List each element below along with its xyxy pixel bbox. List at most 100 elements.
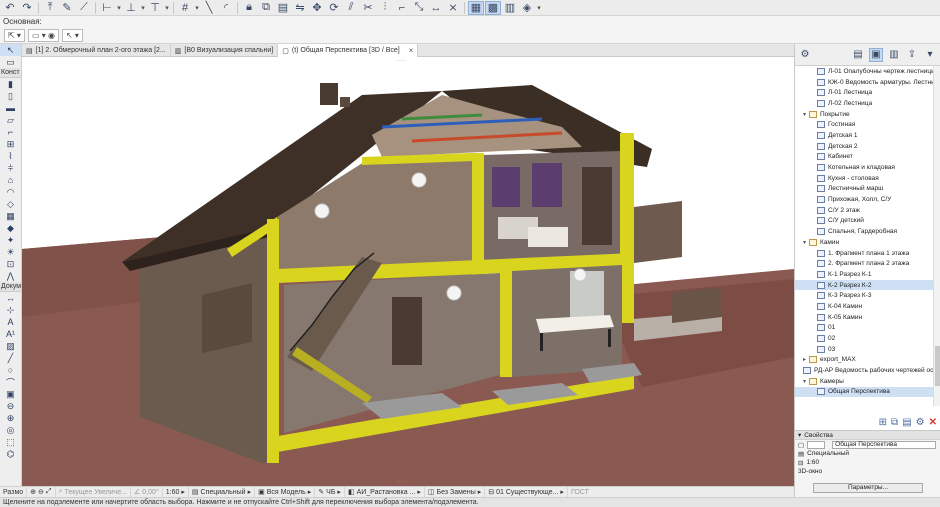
chevron-down-icon[interactable]: ▾ [536,4,542,12]
redo-icon[interactable]: ↷ [19,1,35,15]
trim-icon[interactable]: ✂ [360,1,376,15]
undo-icon[interactable]: ↶ [2,1,18,15]
change-tool-icon[interactable]: ⌬ [0,448,21,460]
rotate-icon[interactable]: ⟳ [326,1,342,15]
pick-up-icon[interactable]: ⤒ [42,1,58,15]
view-3d-icon[interactable]: ▦ [468,0,484,15]
arrow-control[interactable]: ↖ ▾ [61,29,83,42]
navigator-item[interactable]: С/У 2 этаж [795,205,933,216]
scale-value[interactable]: 1:60 [806,459,819,466]
document-section[interactable]: Докум [0,282,21,292]
navigator-item[interactable]: Лестничный марш [795,184,933,195]
view-name-input[interactable] [807,440,826,449]
worksheet-tool-icon[interactable]: ⬚ [0,436,21,448]
navigator-item[interactable]: К-1 Разрез К-1 [795,269,933,280]
settings-icon[interactable]: ⚙ [916,417,925,428]
chevron-down-icon[interactable]: ▾ [164,4,170,12]
resize-icon[interactable]: ⤡ [411,1,427,15]
navigator-item[interactable]: ▾ Покрытие [795,109,933,120]
navigator-item[interactable]: Общая Перспектива [795,386,933,398]
save-view-icon[interactable]: ▤ [902,417,911,428]
publisher-icon[interactable]: ⇪ [905,48,919,62]
offset-icon[interactable]: ⫽ [343,1,359,15]
morph-tool-icon[interactable]: ◆ [0,222,21,234]
3d-viewport[interactable]: ····· ····· [22,57,794,486]
polyline-tool-icon[interactable]: ⌒ [0,376,21,388]
layer-icon[interactable]: ▤ [275,1,291,15]
wall-tool-icon[interactable]: ▮ [0,78,21,90]
construct-section[interactable]: Конст [0,68,21,78]
pen-set-field[interactable]: ✎ ЧБ ▸ [315,486,345,498]
column-tool-icon[interactable]: ▯ [0,90,21,102]
delete-icon[interactable]: ✕ [929,417,937,428]
beam-tool-icon[interactable]: ▬ [0,102,21,114]
properties-header[interactable]: ▾ Свойства [795,431,940,440]
fillet-icon[interactable]: ⌐ [394,1,410,15]
navigator-item[interactable]: 03 [795,344,933,355]
override-field[interactable]: ◧ АИ_Растановка ... ▸ [345,486,425,498]
navigator-item[interactable]: Котельная и кладовая [795,162,933,173]
navigator-item[interactable]: Л-02 Лестница [795,98,933,109]
chevron-down-icon[interactable]: ▾ [116,4,122,12]
elevation-tool-icon[interactable]: ⊕ [0,412,21,424]
section-icon[interactable]: ▩ [485,0,501,15]
tab-floor-plan[interactable]: ▤ [1] 2. Обмерочный план 2-ого этажа [2..… [22,44,171,57]
chevron-down-icon[interactable]: ▾ [140,4,146,12]
tab-general-perspective[interactable]: ▢ (t) Общая Перспектива [3D / Все] × [278,44,419,57]
navigator-item[interactable]: 01 [795,323,933,334]
navigator-item[interactable]: Л-01 Опалубочны чертеж лестницы [795,66,933,77]
navigator-item[interactable]: Прихожая, Холл, С/У [795,194,933,205]
navigator-item[interactable]: 1. Фрагмент плана 1 этажа [795,248,933,259]
tab-bedroom-render[interactable]: ▥ [B0 Визуализация спальни] [171,44,279,57]
group-icon[interactable]: ⧉ [258,1,274,15]
roof-tool-icon[interactable]: ⌂ [0,174,21,186]
lamp-tool-icon[interactable]: ☀ [0,246,21,258]
navigator-scrollbar[interactable] [933,66,940,406]
filter-field[interactable]: ⊟ 01 Существующе... ▸ [485,486,568,498]
circle-tool-icon[interactable]: ○ [0,364,21,376]
new-folder-icon[interactable]: ⊞ [879,417,887,428]
guide-icon[interactable]: ⊥ [123,1,139,15]
undo-zoom-button[interactable]: Размо [0,486,28,498]
navigator-item[interactable]: К-3 Разрез К-3 [795,290,933,301]
type-value[interactable]: Специальный [807,450,849,457]
scale-field[interactable]: 1:60 ▸ [163,486,189,498]
zoom-out-icon[interactable]: ⊖ [38,488,44,496]
level-dim-tool-icon[interactable]: ⊹ [0,304,21,316]
mesh-tool-icon[interactable]: ⋀ [0,270,21,282]
guide-marker-top[interactable]: ····· [396,58,406,64]
align-icon[interactable]: ⊤ [147,1,163,15]
chevron-down-icon[interactable]: ▾ [194,4,200,12]
navigator-item[interactable]: К-04 Камин [795,301,933,312]
render-icon[interactable]: ◈ [519,1,535,15]
section-tool-icon[interactable]: ⊖ [0,400,21,412]
navigator-item[interactable]: Спальня, Гардеробная [795,226,933,237]
navigator-settings-icon[interactable]: ⚙ [798,48,812,62]
navigator-item[interactable]: Кабинет [795,152,933,163]
zoom-in-icon[interactable]: ⊕ [30,488,36,496]
slab-tool-icon[interactable]: ▱ [0,114,21,126]
line-tool-icon[interactable]: ╱ [0,352,21,364]
marquee-tool-icon[interactable]: ▭ [0,56,21,68]
scroll-thumb[interactable] [935,346,940,386]
stretch-icon[interactable]: ↔ [428,1,444,15]
navigator-item[interactable]: Гостиная [795,119,933,130]
guide-marker-bottom[interactable]: ····· [396,479,406,485]
drawing-tool-icon[interactable]: ▣ [0,388,21,400]
zoom-field[interactable]: ⌕ Текущее Увеличе... [56,486,132,498]
stair-tool-icon[interactable]: ⌇ [0,150,21,162]
drag-icon[interactable]: ✥ [309,1,325,15]
chevron-down-icon[interactable]: ▾ [923,48,937,62]
fit-icon[interactable]: ⤢ [46,488,52,496]
navigator-item[interactable]: Л-01 Лестница [795,87,933,98]
navigator-item[interactable]: Кухня - столовая [795,173,933,184]
clone-icon[interactable]: ⧉ [891,417,898,428]
model-field[interactable]: ▣ Вся Модель ▸ [255,486,316,498]
selection-mode-control[interactable]: ⇱ ▾ [4,29,25,42]
navigator-item[interactable]: РД-АР Ведомость рабочих чертежей осно [795,365,933,376]
door-tool-icon[interactable]: ⌐ [0,126,21,138]
renovation-field[interactable]: ◫ Без Замены ▸ [425,486,486,498]
navigator-item[interactable]: С/У детский [795,216,933,227]
mirror-icon[interactable]: ⇋ [292,1,308,15]
split-icon[interactable]: ⫶ [377,1,393,15]
